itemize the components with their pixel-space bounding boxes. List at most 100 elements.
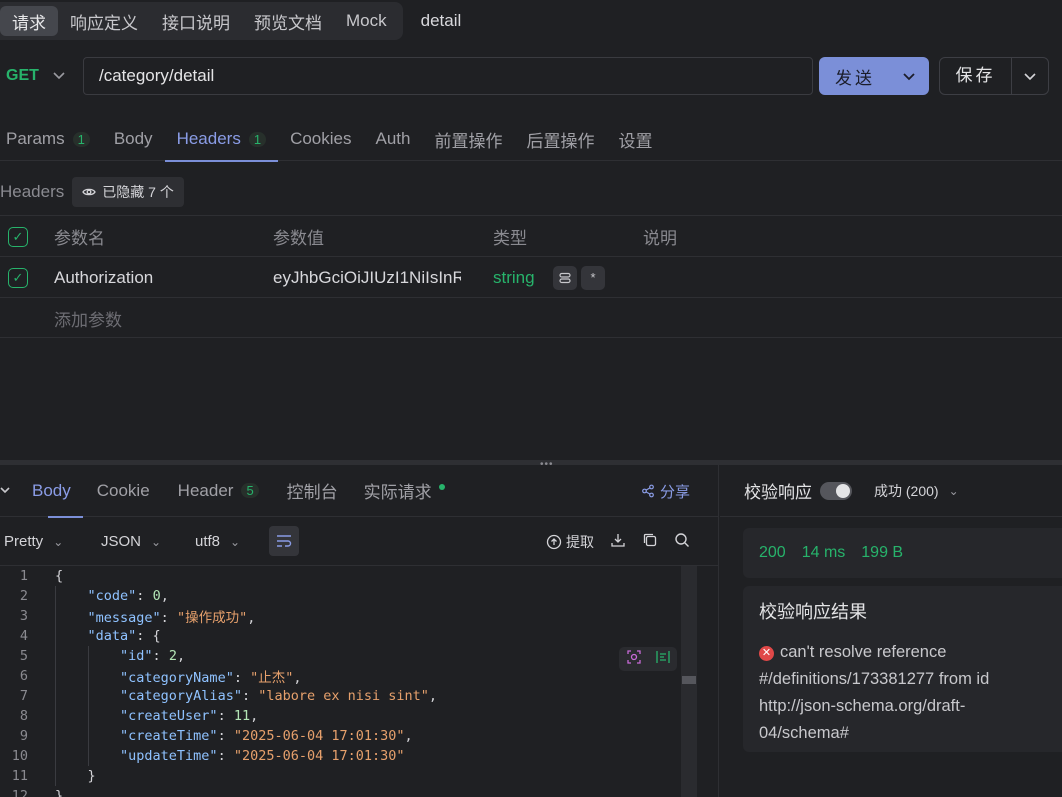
line-number: 12 xyxy=(11,788,28,797)
line-number: 9 xyxy=(19,728,28,744)
tab-response-cookie[interactable]: Cookie xyxy=(83,465,160,517)
line-text: "categoryName": "止杰", xyxy=(120,670,302,686)
tab-params[interactable]: Params 1 xyxy=(0,117,102,161)
tab-cookies[interactable]: Cookies xyxy=(278,117,363,161)
tab-settings[interactable]: 设置 xyxy=(606,117,664,161)
response-code-editor[interactable]: 1 { 2 "code": 0, 3 "message": "操作成功", 4 "… xyxy=(0,566,697,797)
line-number: 1 xyxy=(19,568,28,584)
tab-label: Header xyxy=(177,480,234,500)
tab-actual-request[interactable]: 实际请求 xyxy=(348,465,455,517)
error-icon: ✕ xyxy=(759,646,774,661)
encoding-label: utf8 xyxy=(195,533,221,550)
required-toggle[interactable]: * xyxy=(581,265,605,290)
tab-response-definition[interactable]: 响应定义 xyxy=(58,6,150,36)
tab-pre-operations[interactable]: 前置操作 xyxy=(422,117,514,161)
code-actions xyxy=(619,647,677,671)
link-icon[interactable] xyxy=(553,265,577,290)
top-tab-group: 请求 响应定义 接口说明 预览文档 Mock xyxy=(0,2,403,40)
response-time: 14 ms xyxy=(801,544,846,561)
tab-detail[interactable]: detail xyxy=(421,11,462,31)
validation-header: 校验响应 成功 (200) ⌄ xyxy=(720,465,1062,517)
tab-response-header[interactable]: Header 5 xyxy=(160,465,269,517)
line-text: "data": { xyxy=(87,628,161,644)
response-metrics: 200 14 ms 199 B xyxy=(743,528,1062,578)
code-line: 7 "categoryAlias": "labore ex nisi sint"… xyxy=(0,686,697,706)
code-line: 9 "createTime": "2025-06-04 17:01:30", xyxy=(0,726,697,746)
search-icon[interactable] xyxy=(674,532,690,551)
row-actions: * xyxy=(553,257,605,298)
tab-label: Headers xyxy=(176,129,241,148)
add-param-placeholder[interactable]: 添加参数 xyxy=(54,298,122,339)
chevron-down-icon: ⌄ xyxy=(53,534,64,549)
row-checkbox[interactable]: ✓ xyxy=(8,257,28,298)
status-dot xyxy=(438,483,445,490)
copy-icon[interactable] xyxy=(642,532,658,551)
share-label: 分享 xyxy=(659,483,690,501)
word-wrap-button[interactable] xyxy=(269,526,299,556)
scrollbar-thumb[interactable] xyxy=(682,676,696,684)
tab-body[interactable]: Body xyxy=(102,117,165,161)
line-text: } xyxy=(55,788,64,797)
hidden-headers-toggle[interactable]: 已隐藏 7 个 xyxy=(72,177,184,207)
check-icon: ✓ xyxy=(8,226,28,247)
line-text: "categoryAlias": "labore ex nisi sint", xyxy=(120,688,438,704)
language-label: JSON xyxy=(101,533,142,550)
send-button[interactable]: 发送 xyxy=(819,57,929,95)
param-name[interactable]: Authorization xyxy=(54,257,153,298)
extract-button[interactable]: 提取 xyxy=(546,532,594,552)
save-button[interactable]: 保存 xyxy=(939,57,1049,95)
param-value[interactable]: eyJhbGciOiJIUzI1NiIsInR5cCI6 xyxy=(273,257,461,298)
line-number: 3 xyxy=(19,608,28,624)
line-text: "createTime": "2025-06-04 17:01:30", xyxy=(120,728,413,744)
line-number: 4 xyxy=(19,628,28,644)
line-number: 5 xyxy=(19,648,28,664)
tab-api-description[interactable]: 接口说明 xyxy=(150,6,242,36)
collapse-chevron-icon[interactable] xyxy=(0,465,24,517)
validation-toggle[interactable] xyxy=(820,481,852,500)
schema-icon[interactable] xyxy=(655,649,671,669)
format-select[interactable]: Pretty ⌄ xyxy=(4,517,63,566)
extract-label: 提取 xyxy=(566,533,594,550)
add-param-row[interactable]: 添加参数 xyxy=(0,297,1062,338)
select-all-checkbox[interactable]: ✓ xyxy=(8,216,28,257)
line-text: { xyxy=(55,568,64,584)
error-text: can't resolve reference #/definitions/17… xyxy=(759,643,990,742)
headers-label-row: Headers 已隐藏 7 个 xyxy=(0,176,184,208)
url-row: GET /category/detail 发送 保存 xyxy=(0,57,1062,95)
code-line: 2 "code": 0, xyxy=(0,586,697,606)
download-icon[interactable] xyxy=(610,532,626,551)
validation-panel: 校验响应 成功 (200) ⌄ 200 14 ms 199 B 校验响应结果 ✕ c… xyxy=(720,465,1062,797)
chevron-down-icon: ⌄ xyxy=(230,534,241,549)
tab-auth[interactable]: Auth xyxy=(363,117,422,161)
tab-console[interactable]: 控制台 xyxy=(269,465,348,517)
url-input[interactable]: /category/detail xyxy=(83,57,813,95)
focus-icon[interactable] xyxy=(626,649,642,669)
param-type[interactable]: string xyxy=(493,257,535,298)
eye-icon xyxy=(82,188,97,196)
table-row: ✓ Authorization eyJhbGciOiJIUzI1NiIsInR5… xyxy=(0,256,1062,297)
tab-response-body[interactable]: Body xyxy=(24,465,83,518)
code-line: 3 "message": "操作成功", xyxy=(0,606,697,626)
status-label: 成功 (200) xyxy=(874,482,939,499)
share-button[interactable]: 分享 xyxy=(641,465,690,517)
status-select[interactable]: 成功 (200) ⌄ xyxy=(874,481,959,501)
line-text: "message": "操作成功", xyxy=(87,610,256,626)
tab-headers[interactable]: Headers 1 xyxy=(164,117,279,162)
chevron-down-icon: ⌄ xyxy=(948,483,959,498)
count-badge: 1 xyxy=(248,131,267,147)
tab-preview-docs[interactable]: 预览文档 xyxy=(242,6,334,36)
code-line: 6 "categoryName": "止杰", xyxy=(0,666,697,686)
method-select[interactable]: GET xyxy=(0,57,80,95)
language-select[interactable]: JSON ⌄ xyxy=(101,517,161,566)
tab-request[interactable]: 请求 xyxy=(0,6,58,36)
encoding-select[interactable]: utf8 ⌄ xyxy=(195,517,240,566)
line-text: "updateTime": "2025-06-04 17:01:30" xyxy=(120,748,405,764)
tab-label: Params xyxy=(6,129,65,148)
tab-mock[interactable]: Mock xyxy=(334,6,399,36)
tab-post-operations[interactable]: 后置操作 xyxy=(514,117,606,161)
chevron-down-icon[interactable] xyxy=(903,66,915,86)
vertical-scrollbar[interactable] xyxy=(681,566,697,797)
line-number: 6 xyxy=(19,668,28,684)
chevron-down-icon[interactable] xyxy=(1012,66,1048,86)
send-label: 发送 xyxy=(835,68,875,88)
